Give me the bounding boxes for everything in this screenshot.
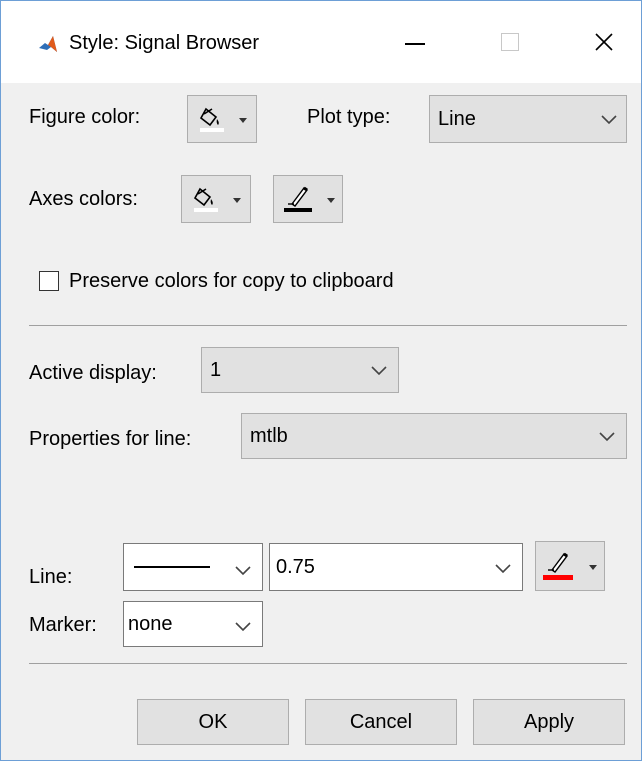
properties-for-line-select[interactable]: mtlb [241, 413, 627, 459]
style-dialog: Style: Signal Browser Figure color: Plot… [0, 0, 642, 761]
dialog-content: Figure color: Plot type: Line Axes color… [1, 83, 641, 760]
separator [29, 325, 627, 326]
pen-icon [543, 552, 573, 580]
line-width-value: 0.75 [276, 556, 315, 578]
marker-label: Marker: [29, 614, 97, 636]
pen-icon [284, 186, 312, 212]
chevron-down-icon [601, 115, 617, 125]
dropdown-arrow-icon [589, 565, 597, 570]
chevron-down-icon [371, 366, 387, 376]
chevron-down-icon [235, 622, 251, 632]
line-color-button[interactable] [535, 541, 605, 591]
marker-value: none [128, 613, 173, 635]
properties-for-line-value: mtlb [250, 425, 288, 447]
preserve-colors-checkbox[interactable] [39, 271, 59, 291]
plot-type-value: Line [438, 108, 476, 130]
window-title: Style: Signal Browser [69, 32, 260, 54]
figure-color-label: Figure color: [29, 106, 141, 128]
dropdown-arrow-icon [239, 118, 247, 123]
paint-bucket-icon [199, 107, 224, 132]
line-style-select[interactable] [123, 543, 263, 591]
chevron-down-icon [599, 432, 615, 442]
minimize-button[interactable] [405, 43, 425, 45]
chevron-down-icon [235, 566, 251, 576]
close-icon[interactable] [589, 27, 619, 57]
chevron-down-icon [495, 564, 511, 574]
properties-for-line-label: Properties for line: [29, 428, 192, 450]
line-label: Line: [29, 566, 73, 588]
separator [29, 663, 627, 664]
line-width-select[interactable]: 0.75 [269, 543, 523, 591]
cancel-button[interactable]: Cancel [305, 699, 457, 745]
marker-select[interactable]: none [123, 601, 263, 647]
paint-bucket-icon [193, 187, 218, 212]
axes-colors-label: Axes colors: [29, 188, 138, 210]
active-display-select[interactable]: 1 [201, 347, 399, 393]
axes-line-color-button[interactable] [273, 175, 343, 223]
dropdown-arrow-icon [233, 198, 241, 203]
plot-type-select[interactable]: Line [429, 95, 627, 143]
line-style-swatch [134, 566, 210, 568]
figure-color-button[interactable] [187, 95, 257, 143]
plot-type-label: Plot type: [307, 106, 391, 128]
apply-button[interactable]: Apply [473, 699, 625, 745]
axes-background-color-button[interactable] [181, 175, 251, 223]
preserve-colors-label[interactable]: Preserve colors for copy to clipboard [69, 269, 394, 293]
active-display-value: 1 [210, 359, 222, 381]
ok-button[interactable]: OK [137, 699, 289, 745]
matlab-logo-icon [37, 34, 59, 56]
dropdown-arrow-icon [327, 198, 335, 203]
active-display-label: Active display: [29, 362, 157, 384]
title-bar: Style: Signal Browser [1, 1, 641, 83]
maximize-button[interactable] [501, 33, 519, 51]
